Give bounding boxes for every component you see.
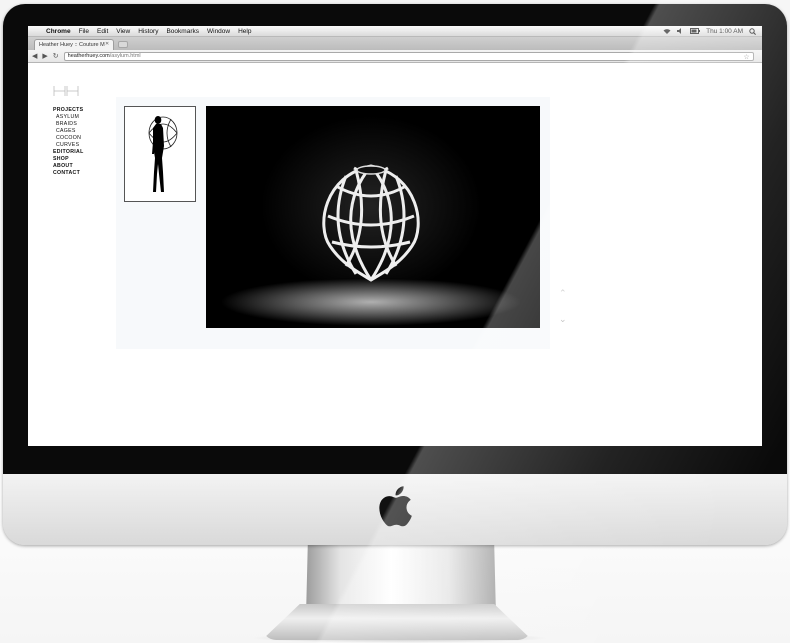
forward-arrow-icon[interactable]: ▶: [42, 52, 47, 60]
volume-icon[interactable]: [677, 28, 684, 34]
site-nav: PROJECTS ASYLUM BRAIDS CAGES COCOON CURV…: [53, 107, 84, 177]
website-page: PROJECTS ASYLUM BRAIDS CAGES COCOON CURV…: [28, 64, 762, 446]
gallery-panel: [116, 97, 550, 349]
back-arrow-icon[interactable]: ◀: [32, 52, 37, 60]
nav-braids[interactable]: BRAIDS: [53, 121, 84, 128]
nav-shop[interactable]: SHOP: [53, 156, 84, 163]
nav-contact[interactable]: CONTACT: [53, 170, 84, 177]
menu-edit[interactable]: Edit: [93, 28, 112, 35]
menubar-status-area: Thu 1:00 AM: [663, 28, 762, 35]
star-icon[interactable]: ☆: [743, 53, 749, 62]
imac-stand-foot: [262, 604, 532, 640]
sculpture-photo: [206, 106, 540, 328]
address-bar[interactable]: heatherhuey.com/asylum.html ☆: [63, 51, 754, 62]
url-path: /asylum.html: [109, 53, 141, 59]
menu-bookmarks[interactable]: Bookmarks: [162, 28, 203, 35]
browser-toolbar: ◀ ▶ ↻ heatherhuey.com/asylum.html ☆: [28, 50, 762, 63]
battery-icon[interactable]: [690, 28, 701, 34]
nav-asylum[interactable]: ASYLUM: [53, 114, 84, 121]
gallery-thumbnail[interactable]: [124, 106, 196, 202]
menubar-clock[interactable]: Thu 1:00 AM: [706, 28, 743, 35]
nav-about[interactable]: ABOUT: [53, 163, 84, 170]
menu-help[interactable]: Help: [234, 28, 255, 35]
chevron-up-icon[interactable]: ⌃: [559, 288, 567, 299]
menu-history[interactable]: History: [134, 28, 162, 35]
tab-close-icon[interactable]: ✕: [105, 41, 109, 47]
apple-logo-icon: [379, 486, 412, 527]
browser-tab[interactable]: Heather Huey :: Couture M: [34, 39, 114, 50]
reload-icon[interactable]: ↻: [53, 52, 59, 60]
chevron-down-icon[interactable]: ⌄: [559, 314, 567, 325]
nav-curves[interactable]: CURVES: [53, 142, 84, 149]
menu-view[interactable]: View: [112, 28, 134, 35]
site-logo[interactable]: [53, 86, 79, 96]
nav-editorial[interactable]: EDITORIAL: [53, 149, 84, 156]
silhouette-figure-image: [148, 116, 178, 192]
tab-title: Heather Huey :: Couture M: [39, 42, 105, 48]
screen: Chrome File Edit View History Bookmarks …: [28, 26, 762, 446]
imac-stage: Chrome File Edit View History Bookmarks …: [0, 0, 790, 643]
wifi-icon[interactable]: [663, 28, 671, 34]
gallery-main-image[interactable]: [206, 106, 540, 328]
nav-cages[interactable]: CAGES: [53, 128, 84, 135]
menu-file[interactable]: File: [75, 28, 93, 35]
menu-app-chrome[interactable]: Chrome: [42, 28, 75, 35]
search-icon[interactable]: [749, 27, 756, 35]
new-tab-button[interactable]: [118, 41, 128, 48]
nav-cocoon[interactable]: COCOON: [53, 135, 84, 142]
mac-menubar: Chrome File Edit View History Bookmarks …: [28, 26, 762, 37]
menu-window[interactable]: Window: [203, 28, 234, 35]
browser-tabstrip: Heather Huey :: Couture M ✕: [28, 37, 762, 50]
nav-projects[interactable]: PROJECTS: [53, 107, 84, 114]
url-domain: heatherhuey.com: [67, 53, 110, 59]
